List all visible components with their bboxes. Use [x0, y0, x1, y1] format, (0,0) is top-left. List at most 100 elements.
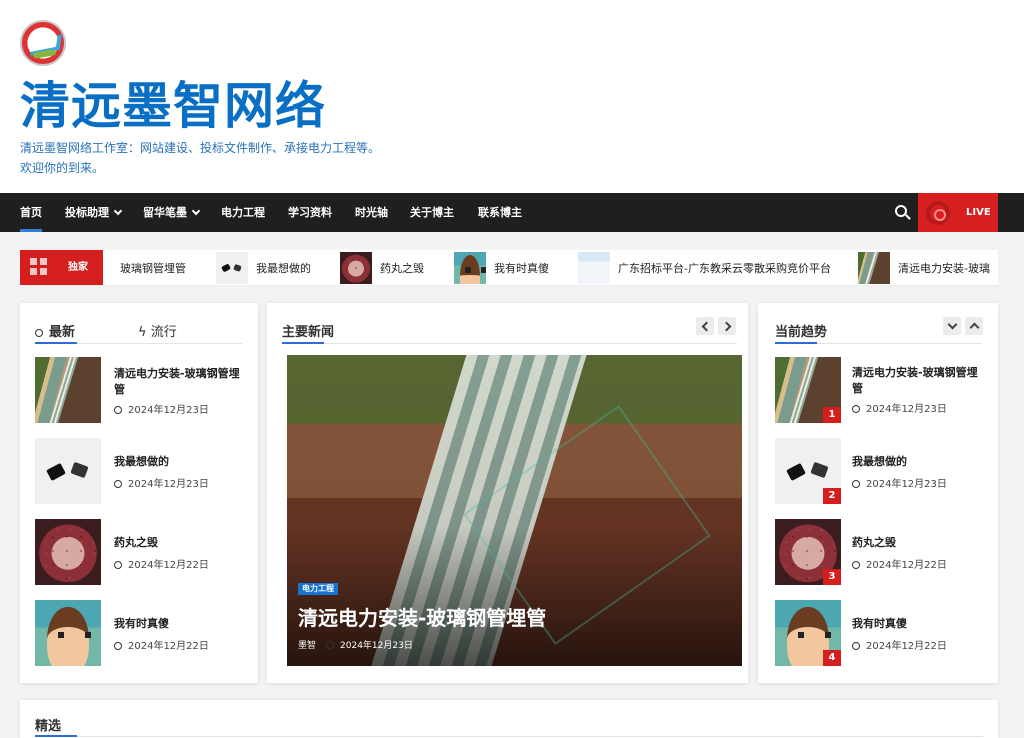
clock-icon [852, 561, 860, 569]
previous-arrow-icon[interactable] [696, 317, 714, 335]
main-news-title[interactable]: 清远电力安装-玻璃钢管埋管 [298, 605, 546, 631]
ball-thumbnail-icon [340, 252, 372, 284]
post-title[interactable]: 我最想做的 [114, 454, 244, 470]
post-title[interactable]: 药丸之毁 [114, 535, 244, 551]
nav-study-materials-label: 学习资料 [288, 206, 332, 219]
tab-latest[interactable]: 最新 [35, 321, 75, 340]
featured-heading: 精选 [35, 719, 62, 734]
clock-icon [114, 642, 122, 650]
nav-timeline[interactable]: 时光轴 [355, 193, 388, 232]
chevron-down-icon [191, 206, 201, 216]
trending-title[interactable]: 我有时真傻 [852, 616, 982, 632]
trending-date-text: 2024年12月22日 [866, 641, 947, 652]
post-title[interactable]: 清远电力安装-玻璃钢管埋管 [114, 366, 244, 398]
live-icon [926, 201, 950, 225]
nav-power-engineering-label: 电力工程 [221, 206, 265, 219]
clock-icon [114, 480, 122, 488]
post-thumbnail[interactable] [35, 600, 101, 666]
document-thumbnail-icon [578, 252, 610, 284]
heading-underline [775, 342, 982, 344]
nav-writing[interactable]: 留华笔墨 [143, 193, 201, 232]
trending-thumbnail[interactable]: 1 [775, 357, 841, 423]
trending-thumbnail[interactable]: 4 [775, 600, 841, 666]
tab-popular[interactable]: ϟ 流行 [138, 321, 177, 340]
live-label: LIVE [966, 207, 991, 218]
post-date: 2024年12月23日 [114, 475, 209, 490]
nav-home-label: 首页 [20, 206, 42, 219]
tab-latest-label: 最新 [49, 325, 76, 340]
post-thumbnail[interactable] [35, 357, 101, 423]
ticker-item-title: 清远电力安装-玻璃 [898, 262, 990, 275]
main-navigation: 首页 投标助理 留华笔墨 电力工程 学习资料 时光轴 关于博主 联系博主 LIV… [0, 193, 1024, 232]
clock-icon [852, 405, 860, 413]
grid-icon [30, 258, 48, 276]
trending-title[interactable]: 我最想做的 [852, 454, 982, 470]
nav-home[interactable]: 首页 [20, 193, 42, 232]
post-date-text: 2024年12月23日 [128, 405, 209, 416]
post-thumbnail[interactable] [35, 438, 101, 504]
ticker-item[interactable]: 玻璃钢管埋管 [120, 250, 186, 285]
clock-icon [114, 406, 122, 414]
trending-date-text: 2024年12月22日 [866, 560, 947, 571]
nav-contact[interactable]: 联系博主 [478, 193, 522, 232]
trending-date: 2024年12月23日 [852, 475, 947, 490]
ticker-item-title: 玻璃钢管埋管 [120, 262, 186, 275]
nav-bid-assistant-label: 投标助理 [65, 206, 109, 219]
site-logo-icon[interactable] [20, 20, 66, 66]
post-date: 2024年12月23日 [114, 401, 209, 416]
trending-date-text: 2024年12月23日 [866, 479, 947, 490]
trending-thumbnail[interactable]: 2 [775, 438, 841, 504]
author-name[interactable]: 墨智 [298, 641, 316, 651]
tab-underline [35, 342, 242, 344]
ticker-item-title: 药丸之毁 [380, 262, 424, 275]
ticker-item[interactable]: 我有时真傻 [454, 250, 549, 285]
nav-bid-assistant[interactable]: 投标助理 [65, 193, 123, 232]
main-news-meta: 墨智 2024年12月23日 [298, 639, 413, 653]
trending-date-text: 2024年12月23日 [866, 404, 947, 415]
site-description: 清远墨智网络工作室：网站建设、投标文件制作、承接电力工程等。 欢迎你的到来。 [20, 138, 440, 178]
clock-icon [114, 561, 122, 569]
clock-icon [852, 642, 860, 650]
site-description-line: 欢迎你的到来。 [20, 161, 105, 175]
chevron-down-icon[interactable] [943, 317, 961, 335]
rank-badge: 4 [823, 650, 841, 666]
post-title[interactable]: 我有时真傻 [114, 616, 244, 632]
trending-date: 2024年12月23日 [852, 400, 947, 415]
ticker-item[interactable]: 清远电力安装-玻璃 [858, 250, 990, 285]
nav-power-engineering[interactable]: 电力工程 [221, 193, 265, 232]
next-arrow-icon[interactable] [718, 317, 736, 335]
chevron-up-icon[interactable] [965, 317, 983, 335]
trending-title[interactable]: 药丸之毁 [852, 535, 982, 551]
post-date-text: 2024年12月22日 [128, 560, 209, 571]
tab-popular-label: 流行 [150, 325, 177, 340]
ticker-item[interactable]: 药丸之毁 [340, 250, 424, 285]
live-button[interactable]: LIVE [918, 193, 998, 232]
trending-thumbnail[interactable]: 3 [775, 519, 841, 585]
ticker-item[interactable]: 广东招标平台-广东教采云零散采购竞价平台 [578, 250, 831, 285]
featured-card: 精选 [20, 700, 998, 738]
main-news-date: 2024年12月23日 [340, 641, 413, 651]
chevron-down-icon [113, 206, 123, 216]
rank-badge: 3 [823, 569, 841, 585]
post-thumbnail[interactable] [35, 519, 101, 585]
post-date: 2024年12月22日 [114, 637, 209, 652]
trending-title[interactable]: 清远电力安装-玻璃钢管埋管 [852, 365, 982, 397]
clock-icon [35, 329, 43, 337]
pipe-thumbnail-icon [858, 252, 890, 284]
search-icon[interactable] [888, 199, 914, 225]
trending-date: 2024年12月22日 [852, 556, 947, 571]
trending-heading: 当前趋势 [775, 325, 828, 340]
ticker-item[interactable]: 我最想做的 [216, 250, 311, 285]
ticker-item-title: 广东招标平台-广东教采云零散采购竞价平台 [618, 262, 831, 275]
latest-posts-card: 最新 ϟ 流行 清远电力安装-玻璃钢管埋管 2024年12月23日 我最想做的 … [20, 303, 258, 683]
main-news-card: 主要新闻 电力工程 清远电力安装-玻璃钢管埋管 墨智 2024年12月23日 [267, 303, 748, 683]
nav-study-materials[interactable]: 学习资料 [288, 193, 332, 232]
ticker-badge: 独家 [20, 250, 103, 285]
nav-about-label: 关于博主 [410, 206, 454, 219]
ticker-item-title: 我最想做的 [256, 262, 311, 275]
site-title[interactable]: 清远墨智网络 [20, 78, 326, 134]
main-news-image[interactable]: 电力工程 清远电力安装-玻璃钢管埋管 墨智 2024年12月23日 [287, 355, 742, 666]
nav-about[interactable]: 关于博主 [410, 193, 454, 232]
post-date: 2024年12月22日 [114, 556, 209, 571]
category-badge[interactable]: 电力工程 [298, 583, 338, 595]
